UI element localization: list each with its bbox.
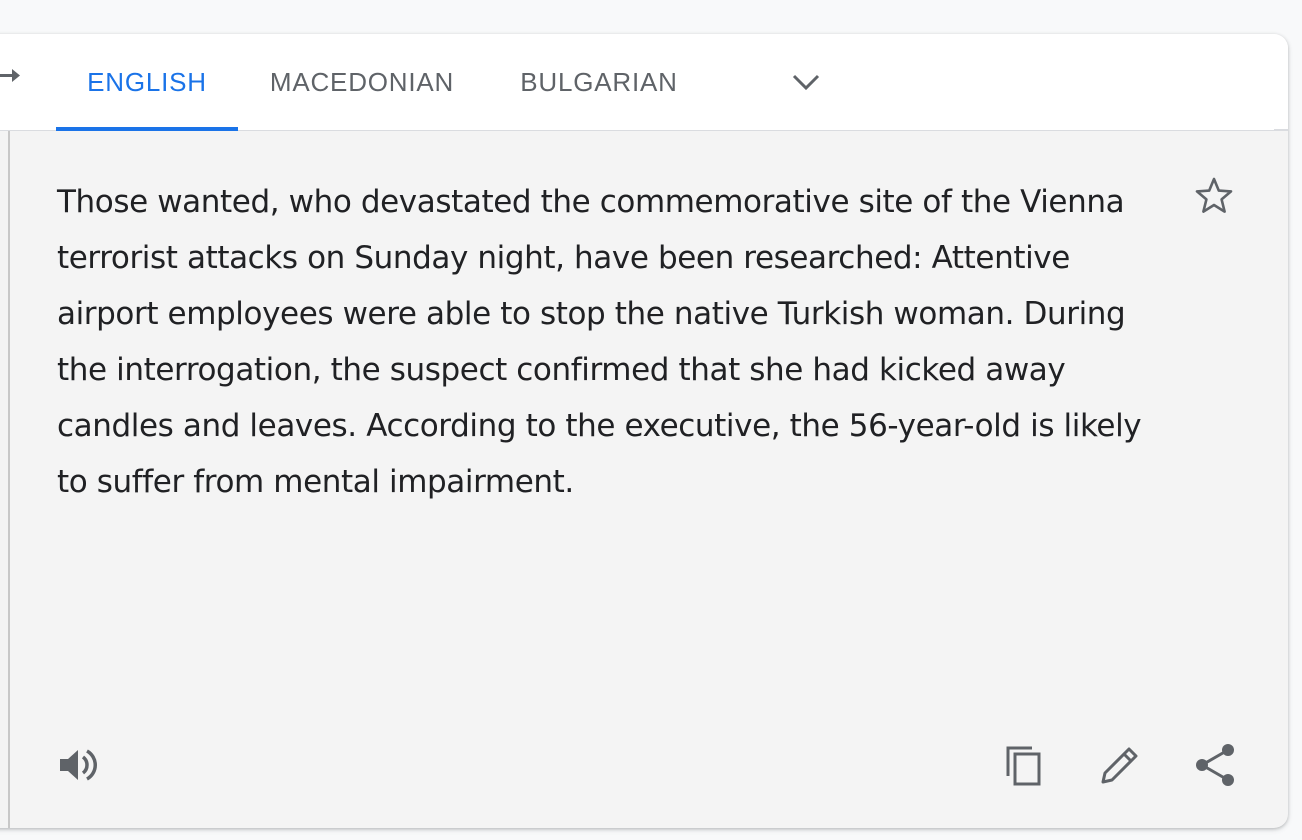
speaker-icon[interactable]: [57, 742, 103, 788]
star-icon[interactable]: [1194, 176, 1234, 216]
translation-card: ENGLISH MACEDONIAN BULGARIAN Those wante…: [0, 34, 1288, 828]
pencil-icon[interactable]: [1097, 742, 1143, 788]
tab-bulgarian[interactable]: BULGARIAN: [513, 34, 685, 130]
copy-icon[interactable]: [1000, 742, 1046, 788]
panel-divider: [8, 131, 10, 828]
tabbar-divider: [1274, 129, 1288, 130]
tab-macedonian[interactable]: MACEDONIAN: [262, 34, 462, 130]
swap-languages-icon[interactable]: [0, 66, 26, 94]
tab-english[interactable]: ENGLISH: [56, 34, 238, 131]
share-icon[interactable]: [1193, 742, 1239, 788]
chevron-down-icon[interactable]: [788, 66, 824, 98]
translation-text: Those wanted, who devastated the commemo…: [57, 184, 1142, 500]
language-tab-bar: ENGLISH MACEDONIAN BULGARIAN: [0, 34, 1288, 131]
